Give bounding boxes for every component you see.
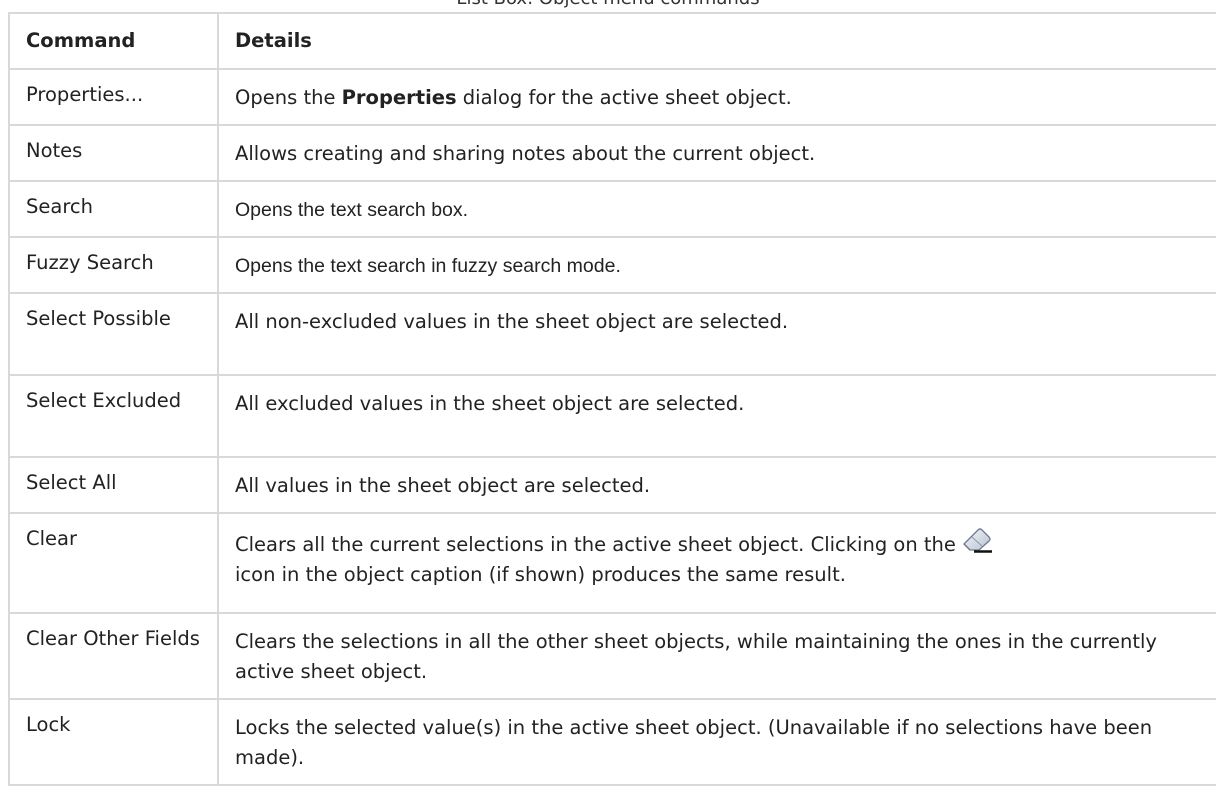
details-text: Opens the bbox=[235, 86, 342, 109]
command-cell: Clear Other Fields bbox=[8, 612, 219, 700]
details-text: dialog for the active sheet object. bbox=[456, 86, 792, 109]
command-cell: Select All bbox=[8, 456, 219, 514]
details-cell: Opens the Properties dialog for the acti… bbox=[217, 68, 1216, 126]
eraser-icon bbox=[960, 527, 994, 553]
details-cell: Opens the text search in fuzzy search mo… bbox=[217, 236, 1216, 294]
details-text: icon in the object caption (if shown) pr… bbox=[235, 563, 846, 586]
column-header-details: Details bbox=[217, 12, 1216, 70]
command-cell: Select Excluded bbox=[8, 374, 219, 458]
table-row: Select All All values in the sheet objec… bbox=[8, 456, 1216, 514]
command-cell: Select Possible bbox=[8, 292, 219, 376]
object-menu-commands-table: Command Details Properties... Opens the … bbox=[8, 12, 1216, 786]
table-caption: List Box: Object menu commands bbox=[0, 0, 1216, 11]
details-cell: All excluded values in the sheet object … bbox=[217, 374, 1216, 458]
column-header-command: Command bbox=[8, 12, 219, 70]
details-cell: Opens the text search box. bbox=[217, 180, 1216, 238]
details-bold-text: Properties bbox=[341, 86, 457, 109]
details-cell: Locks the selected value(s) in the activ… bbox=[217, 698, 1216, 786]
details-cell: All values in the sheet object are selec… bbox=[217, 456, 1216, 514]
table-row: Clear Clears all the current selections … bbox=[8, 512, 1216, 614]
command-cell: Fuzzy Search bbox=[8, 236, 219, 294]
table-row: Lock Locks the selected value(s) in the … bbox=[8, 698, 1216, 786]
command-cell: Clear bbox=[8, 512, 219, 614]
details-cell: Allows creating and sharing notes about … bbox=[217, 124, 1216, 182]
table-row: Search Opens the text search box. bbox=[8, 180, 1216, 238]
table-row: Notes Allows creating and sharing notes … bbox=[8, 124, 1216, 182]
details-cell: Clears all the current selections in the… bbox=[217, 512, 1216, 614]
details-cell: Clears the selections in all the other s… bbox=[217, 612, 1216, 700]
command-cell: Search bbox=[8, 180, 219, 238]
command-cell: Notes bbox=[8, 124, 219, 182]
table-row: Select Possible All non-excluded values … bbox=[8, 292, 1216, 376]
details-cell: All non-excluded values in the sheet obj… bbox=[217, 292, 1216, 376]
command-cell: Properties... bbox=[8, 68, 219, 126]
table-row: Select Excluded All excluded values in t… bbox=[8, 374, 1216, 458]
table-header-row: Command Details bbox=[8, 12, 1216, 70]
details-text: Clears all the current selections in the… bbox=[235, 533, 956, 556]
table-row: Clear Other Fields Clears the selections… bbox=[8, 612, 1216, 700]
table-row: Properties... Opens the Properties dialo… bbox=[8, 68, 1216, 126]
table-row: Fuzzy Search Opens the text search in fu… bbox=[8, 236, 1216, 294]
command-cell: Lock bbox=[8, 698, 219, 786]
